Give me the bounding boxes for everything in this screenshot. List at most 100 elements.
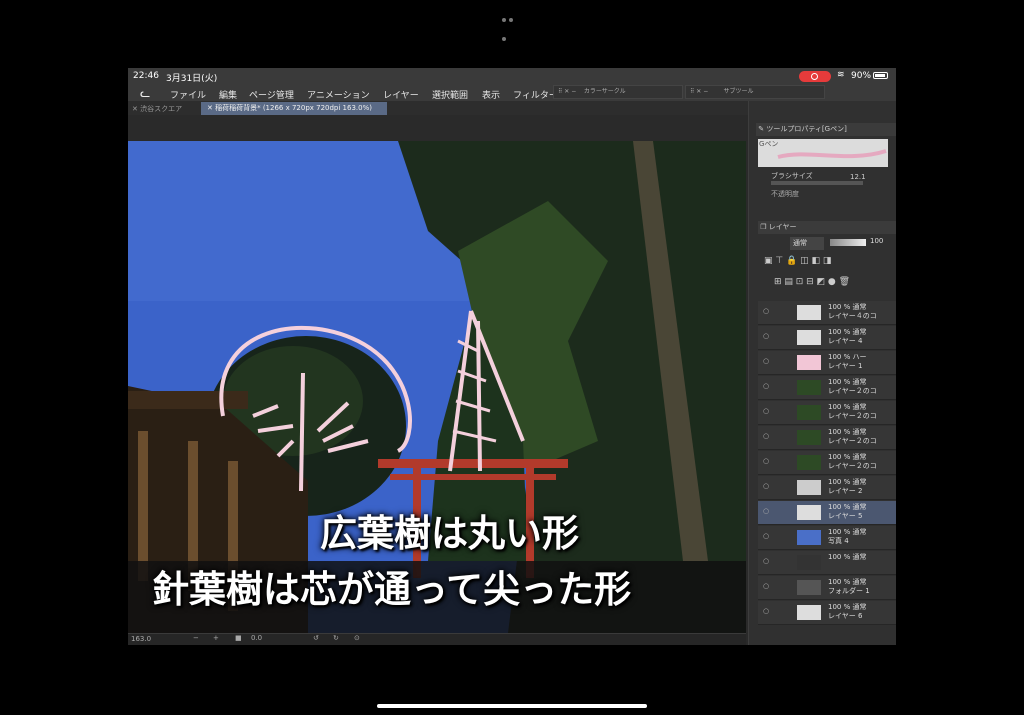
layer-blend-info: 100 % 通常	[828, 578, 867, 586]
layer-row[interactable]: ○ 100 % 通常 レイヤー４のコ	[758, 301, 896, 325]
layer-info: 100 % 通常	[828, 553, 866, 562]
layer-row[interactable]: ○ 100 % 通常 レイヤー２のコ	[758, 426, 896, 450]
app-window: 22:46 3月31日(火) ≋ 90% ᓚ ファイル 編集 ページ管理 アニメ…	[128, 68, 896, 645]
layer-info: 100 % 通常 レイヤー２のコ	[828, 378, 877, 396]
menu-view[interactable]: 表示	[482, 88, 500, 101]
wifi-icon: ≋	[837, 70, 845, 80]
layer-thumbnail	[797, 305, 821, 320]
visibility-toggle-icon[interactable]: ○	[763, 307, 769, 315]
visibility-toggle-icon[interactable]: ○	[763, 507, 769, 515]
visibility-toggle-icon[interactable]: ○	[763, 382, 769, 390]
visibility-toggle-icon[interactable]: ○	[763, 357, 769, 365]
layer-thumbnail	[797, 530, 821, 545]
layer-opacity-slider[interactable]	[830, 239, 866, 246]
zoom-out-button[interactable]: −	[193, 634, 199, 642]
layer-opacity-value[interactable]: 100	[870, 237, 883, 245]
menu-filter[interactable]: フィルター	[513, 88, 558, 101]
layer-blend-info: 100 % 通常	[828, 303, 867, 311]
battery-percent: 90%	[851, 71, 872, 81]
layer-row[interactable]: ○ 100 % ハー レイヤー 1	[758, 351, 896, 375]
layer-info: 100 % 通常 レイヤー４のコ	[828, 303, 877, 321]
zoom-value[interactable]: 163.0	[131, 635, 151, 643]
layer-thumbnail	[797, 330, 821, 345]
layer-panel-title: レイヤー	[768, 223, 797, 231]
visibility-toggle-icon[interactable]: ○	[763, 407, 769, 415]
multitask-dots[interactable]	[502, 7, 522, 41]
reset-rotation-icon[interactable]: ⊙	[354, 634, 360, 642]
layer-info: 100 % 通常 写真 4	[828, 528, 866, 546]
app-logo-icon[interactable]: ᓚ	[140, 86, 150, 100]
layer-row[interactable]: ○ 100 % 通常 レイヤー 2	[758, 476, 896, 500]
layer-row[interactable]: ○ 100 % 通常 レイヤー 4	[758, 326, 896, 350]
layer-info: 100 % 通常 レイヤー 2	[828, 478, 866, 496]
menu-edit[interactable]: 編集	[219, 88, 237, 101]
menu-layer[interactable]: レイヤー	[383, 88, 419, 101]
layer-row[interactable]: ○ 100 % 通常 レイヤー２のコ	[758, 401, 896, 425]
layer-blend-info: 100 % 通常	[828, 503, 867, 511]
rotate-right-icon[interactable]: ↻	[333, 634, 339, 642]
zoom-in-button[interactable]: +	[213, 634, 219, 642]
layer-row[interactable]: ○ 100 % 通常	[758, 551, 896, 575]
layer-tools-icon[interactable]: ▣ ⊤ 🔒 ◫ ◧ ◨	[764, 256, 831, 266]
layer-row[interactable]: ○ 100 % 通常 レイヤー 5	[758, 501, 896, 525]
screen-record-indicator[interactable]	[799, 71, 831, 82]
caption-conifer: 針葉樹は芯が通って尖った形	[152, 568, 632, 611]
rotation-value[interactable]: 0.0	[251, 634, 262, 642]
caption-broadleaf: 広葉樹は丸い形	[320, 512, 579, 555]
layer-thumbnail	[797, 355, 821, 370]
tab-shibuya-square[interactable]: ✕ 渋谷スクエア	[132, 104, 182, 114]
home-indicator[interactable]	[377, 704, 647, 708]
layer-info: 100 % 通常 レイヤー２のコ	[828, 453, 877, 471]
brush-size-label: ブラシサイズ	[771, 172, 813, 180]
layer-blend-info: 100 % 通常	[828, 378, 867, 386]
tool-property-title: ツールプロパティ[Gペン]	[766, 125, 847, 133]
layer-row[interactable]: ○ 100 % 通常 写真 4	[758, 526, 896, 550]
menu-selection[interactable]: 選択範囲	[432, 88, 468, 101]
color-circle-label: カラーサークル	[583, 88, 626, 95]
menu-file[interactable]: ファイル	[170, 88, 206, 101]
layer-row[interactable]: ○ 100 % 通常 フォルダー 1	[758, 576, 896, 600]
visibility-toggle-icon[interactable]: ○	[763, 557, 769, 565]
layer-blend-info: 100 % 通常	[828, 403, 867, 411]
visibility-toggle-icon[interactable]: ○	[763, 582, 769, 590]
visibility-toggle-icon[interactable]: ○	[763, 457, 769, 465]
layer-blend-info: 100 % 通常	[828, 453, 867, 461]
layer-name: レイヤー 6	[828, 612, 863, 620]
layer-blend-info: 100 % 通常	[828, 553, 867, 561]
blend-mode-select[interactable]: 通常	[790, 237, 824, 250]
tab-active-document[interactable]: ✕ 稲荷稲荷背景* (1266 x 720px 720dpi 163.0%)	[201, 102, 387, 115]
visibility-toggle-icon[interactable]: ○	[763, 332, 769, 340]
layer-thumbnail	[797, 555, 821, 570]
tab-label: 稲荷稲荷背景* (1266 x 720px 720dpi 163.0%)	[215, 104, 372, 112]
layer-info: 100 % 通常 フォルダー 1	[828, 578, 870, 596]
visibility-toggle-icon[interactable]: ○	[763, 532, 769, 540]
layer-thumbnail	[797, 430, 821, 445]
layer-thumbnail	[797, 505, 821, 520]
layer-info: 100 % 通常 レイヤー 5	[828, 503, 866, 521]
fit-icon[interactable]: ■	[235, 634, 242, 642]
menu-page[interactable]: ページ管理	[249, 88, 294, 101]
layer-actions-icon[interactable]: ⊞ ▤ ⊡ ⊟ ◩ ● 🗑	[774, 277, 850, 287]
color-circle-panel-tab[interactable]: ⠿ ✕ − カラーサークル	[553, 85, 683, 99]
visibility-toggle-icon[interactable]: ○	[763, 482, 769, 490]
layer-blend-info: 100 % 通常	[828, 328, 867, 336]
rotate-left-icon[interactable]: ↺	[313, 634, 319, 642]
layer-name: レイヤー 4	[828, 337, 863, 345]
menu-animation[interactable]: アニメーション	[307, 88, 370, 101]
brush-size-slider[interactable]	[771, 181, 863, 185]
sub-tool-panel-tab[interactable]: ⠿ ✕ − サブツール	[685, 85, 825, 99]
layer-row[interactable]: ○ 100 % 通常 レイヤー 6	[758, 601, 896, 625]
layer-name: レイヤー 5	[828, 512, 863, 520]
visibility-toggle-icon[interactable]: ○	[763, 607, 769, 615]
layer-info: 100 % 通常 レイヤー 4	[828, 328, 866, 346]
status-time: 22:46	[133, 71, 159, 81]
layer-name: レイヤー 2	[828, 487, 863, 495]
layer-blend-info: 100 % 通常	[828, 603, 867, 611]
layer-name: 写真 4	[828, 537, 849, 545]
layer-thumbnail	[797, 455, 821, 470]
layer-row[interactable]: ○ 100 % 通常 レイヤー２のコ	[758, 376, 896, 400]
visibility-toggle-icon[interactable]: ○	[763, 432, 769, 440]
brush-size-value[interactable]: 12.1	[850, 173, 866, 181]
layer-name: レイヤー２のコ	[828, 462, 877, 470]
layer-row[interactable]: ○ 100 % 通常 レイヤー２のコ	[758, 451, 896, 475]
